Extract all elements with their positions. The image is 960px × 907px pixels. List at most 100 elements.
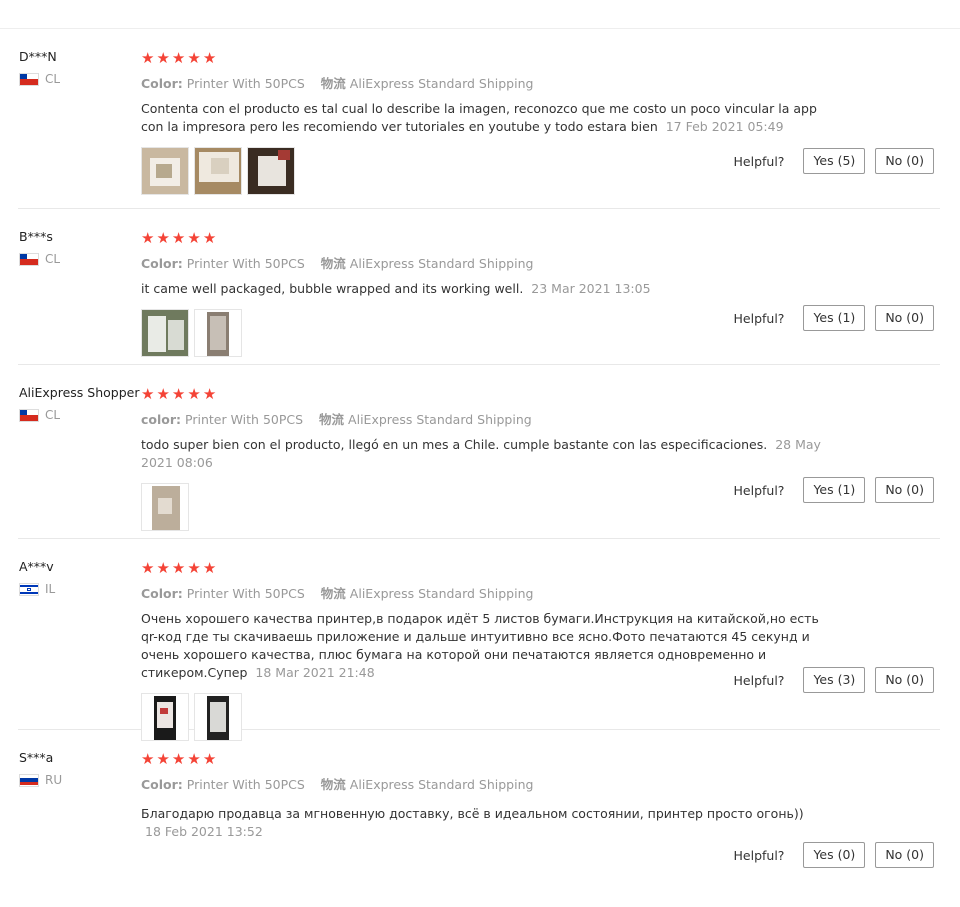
shipping-value: AliExpress Standard Shipping xyxy=(349,76,534,91)
helpful-no-button[interactable]: No (0) xyxy=(875,842,934,868)
star-icon: ★ xyxy=(202,384,217,403)
photo-thumbnail[interactable] xyxy=(194,309,242,357)
shipping-value: AliExpress Standard Shipping xyxy=(349,586,534,601)
review-item: D***N CL ★ ★ ★ ★ ★ Color: Printer With 5… xyxy=(18,29,940,209)
review-text: todo super bien con el producto, llegó e… xyxy=(141,436,821,472)
helpful-yes-button[interactable]: Yes (1) xyxy=(803,477,866,503)
shipping-key: 物流 xyxy=(320,777,346,792)
shipping-value: AliExpress Standard Shipping xyxy=(348,412,532,427)
review-time: 18 Feb 2021 13:52 xyxy=(145,824,263,839)
russia-flag-icon xyxy=(19,773,39,787)
reviewer-info: S***a RU xyxy=(19,750,141,787)
star-icon: ★ xyxy=(202,749,217,768)
chile-flag-icon xyxy=(19,252,39,266)
star-icon: ★ xyxy=(202,48,217,67)
helpful-no-button[interactable]: No (0) xyxy=(875,667,934,693)
helpful-no-button[interactable]: No (0) xyxy=(875,477,934,503)
shipping-key: 物流 xyxy=(319,412,345,427)
country-code: IL xyxy=(45,582,56,596)
review-item: AliExpress Shopper CL ★ ★ ★ ★ ★ color: P… xyxy=(18,365,940,539)
photo-thumbnails xyxy=(141,483,821,531)
country-code: CL xyxy=(45,252,61,266)
helpful-yes-button[interactable]: Yes (5) xyxy=(803,148,866,174)
star-icon: ★ xyxy=(156,558,170,577)
reviewer-info: D***N CL xyxy=(19,49,141,86)
helpful-yes-button[interactable]: Yes (1) xyxy=(803,305,866,331)
color-key: Color: xyxy=(141,777,183,792)
star-icon: ★ xyxy=(187,48,201,67)
helpful-yes-button[interactable]: Yes (3) xyxy=(803,667,866,693)
star-icon: ★ xyxy=(202,228,217,247)
star-icon: ★ xyxy=(187,558,201,577)
review-text: Благодарю продавца за мгновенную доставк… xyxy=(141,805,821,841)
reviewer-name: D***N xyxy=(19,49,57,64)
helpful-no-button[interactable]: No (0) xyxy=(875,305,934,331)
order-attributes: Color: Printer With 50PCS 物流 AliExpress … xyxy=(141,253,821,272)
helpful-votes: Helpful? Yes (1) No (0) xyxy=(734,477,934,503)
star-icon: ★ xyxy=(187,384,201,403)
photo-thumbnail[interactable] xyxy=(247,147,295,195)
review-text: it came well packaged, bubble wrapped an… xyxy=(141,280,821,298)
helpful-votes: Helpful? Yes (5) No (0) xyxy=(734,148,934,174)
shipping-key: 物流 xyxy=(320,586,346,601)
chile-flag-icon xyxy=(19,408,39,422)
star-icon: ★ xyxy=(156,48,170,67)
helpful-yes-button[interactable]: Yes (0) xyxy=(803,842,866,868)
star-icon: ★ xyxy=(156,384,170,403)
color-key: color: xyxy=(141,412,182,427)
photo-thumbnails xyxy=(141,309,821,357)
photo-thumbnail[interactable] xyxy=(141,147,189,195)
star-rating: ★ ★ ★ ★ ★ xyxy=(141,229,821,247)
color-value: Printer With 50PCS xyxy=(186,256,305,271)
review-content: ★ ★ ★ ★ ★ Color: Printer With 50PCS 物流 A… xyxy=(141,29,821,195)
photo-thumbnail[interactable] xyxy=(194,147,242,195)
reviewer-country: RU xyxy=(19,773,141,787)
star-icon: ★ xyxy=(171,558,186,577)
review-content: ★ ★ ★ ★ ★ Color: Printer With 50PCS 物流 A… xyxy=(141,209,821,357)
helpful-label: Helpful? xyxy=(733,672,785,688)
reviewer-name: AliExpress Shopper xyxy=(19,385,140,400)
star-icon: ★ xyxy=(156,228,170,247)
reviewer-info: A***v IL xyxy=(19,559,141,596)
shipping-key: 物流 xyxy=(320,76,346,91)
star-icon: ★ xyxy=(171,384,186,403)
country-code: CL xyxy=(45,408,61,422)
photo-thumbnails xyxy=(141,147,821,195)
star-icon: ★ xyxy=(187,228,201,247)
reviewer-name: A***v xyxy=(19,559,54,574)
israel-flag-icon xyxy=(19,582,39,596)
review-item: A***v IL ★ ★ ★ ★ ★ Color: Printer With 5… xyxy=(18,539,940,741)
star-icon: ★ xyxy=(141,749,155,768)
reviewer-country: IL xyxy=(19,582,141,596)
star-rating: ★ ★ ★ ★ ★ xyxy=(141,385,821,403)
helpful-label: Helpful? xyxy=(733,482,785,498)
reviewer-name: B***s xyxy=(19,229,53,244)
reviewer-country: CL xyxy=(19,408,141,422)
star-icon: ★ xyxy=(141,48,155,67)
helpful-no-button[interactable]: No (0) xyxy=(875,148,934,174)
color-value: Printer With 50PCS xyxy=(186,76,305,91)
chile-flag-icon xyxy=(19,72,39,86)
review-content: ★ ★ ★ ★ ★ color: Printer With 50PCS 物流 A… xyxy=(141,365,821,531)
helpful-label: Helpful? xyxy=(733,153,785,169)
order-attributes: Color: Printer With 50PCS 物流 AliExpress … xyxy=(141,73,821,92)
star-icon: ★ xyxy=(156,749,170,768)
reviewer-name: S***a xyxy=(19,750,54,765)
photo-thumbnail[interactable] xyxy=(141,309,189,357)
review-text: Очень хорошего качества принтер,в подаро… xyxy=(141,610,821,682)
photo-thumbnail[interactable] xyxy=(141,483,189,531)
color-value: Printer With 50PCS xyxy=(186,777,305,792)
review-time: 23 Mar 2021 13:05 xyxy=(531,281,651,296)
review-body: Благодарю продавца за мгновенную доставк… xyxy=(141,806,804,821)
review-list: D***N CL ★ ★ ★ ★ ★ Color: Printer With 5… xyxy=(0,29,960,906)
review-content: ★ ★ ★ ★ ★ Color: Printer With 50PCS 物流 A… xyxy=(141,730,821,841)
star-icon: ★ xyxy=(141,384,155,403)
helpful-label: Helpful? xyxy=(733,310,785,326)
shipping-value: AliExpress Standard Shipping xyxy=(349,777,534,792)
helpful-votes: Helpful? Yes (0) No (0) xyxy=(734,842,934,868)
star-icon: ★ xyxy=(171,48,186,67)
country-code: RU xyxy=(45,773,63,787)
reviewer-info: B***s CL xyxy=(19,229,141,266)
review-text: Contenta con el producto es tal cual lo … xyxy=(141,100,821,136)
star-icon: ★ xyxy=(187,749,201,768)
